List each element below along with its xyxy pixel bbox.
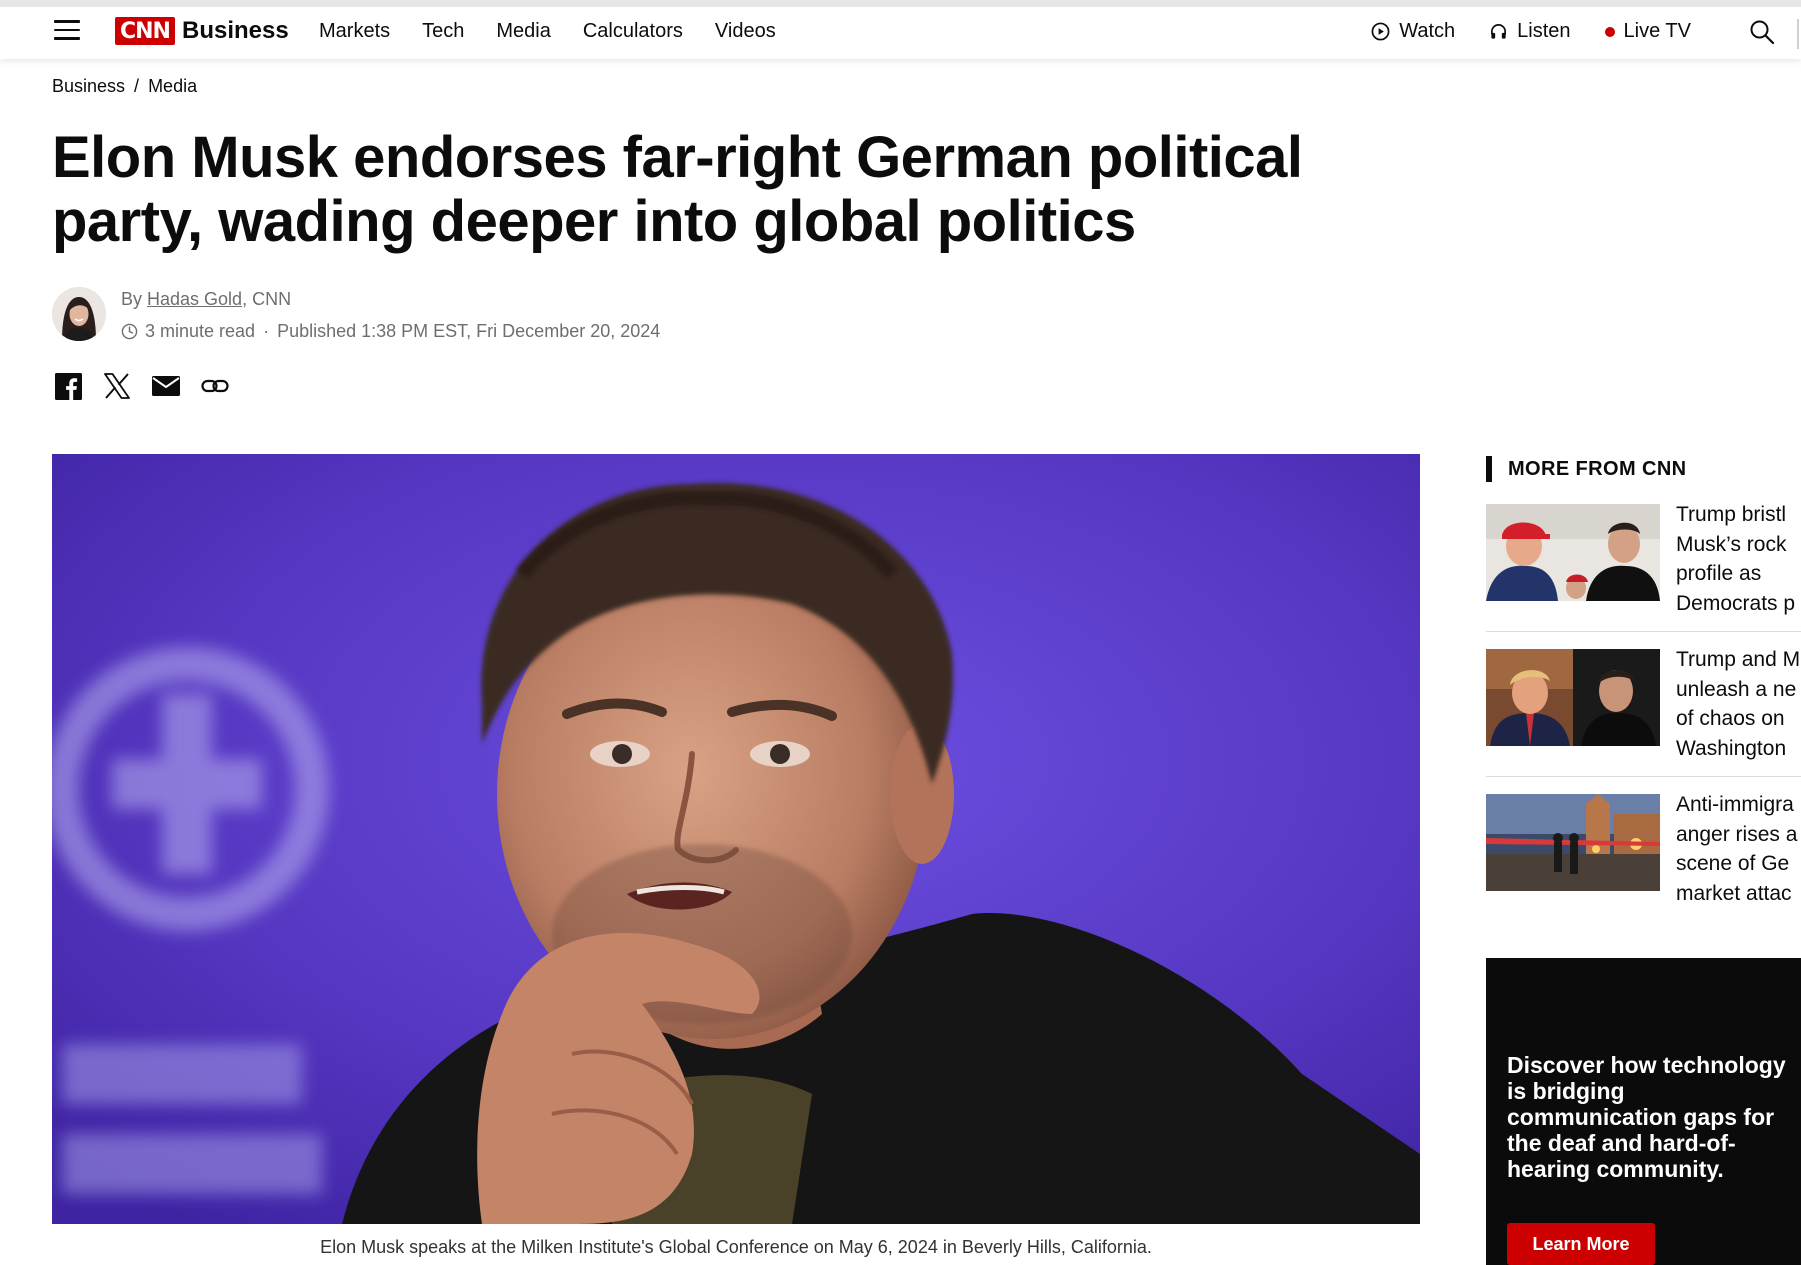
author-avatar[interactable] (52, 287, 106, 341)
nav-link-videos[interactable]: Videos (715, 20, 776, 43)
story-thumbnail (1486, 504, 1660, 601)
story-title-line: of chaos on (1676, 707, 1785, 730)
breadcrumb: Business / Media (52, 76, 197, 97)
share-bar (54, 372, 229, 400)
story-divider (1486, 631, 1801, 632)
story-title-line: scene of Ge (1676, 852, 1790, 875)
top-navigation: CNN Business Markets Tech Media Calculat… (0, 0, 1801, 59)
story-title-line: market attac (1676, 881, 1792, 905)
search-icon[interactable] (1749, 19, 1775, 50)
story-title-line: anger rises a (1676, 822, 1798, 846)
email-share-icon[interactable] (152, 372, 180, 400)
byline: By Hadas Gold, CNN (121, 289, 291, 310)
nav-divider (1797, 19, 1799, 49)
watch-button[interactable]: Watch (1371, 20, 1455, 43)
cnn-logo: CNN (115, 17, 175, 45)
byline-prefix: By (121, 289, 148, 309)
nav-link-calculators[interactable]: Calculators (583, 20, 683, 43)
sidebar-story-2[interactable]: Trump and M unleash a ne of chaos on Was… (1486, 648, 1801, 781)
play-circle-icon (1371, 22, 1390, 41)
byline-outlet: , CNN (242, 289, 292, 309)
story-title-line: Washington (1676, 736, 1787, 760)
nav-link-media[interactable]: Media (496, 20, 550, 43)
live-tv-label: Live TV (1623, 20, 1691, 42)
sidebar-story-1[interactable]: Trump bristl Musk’s rock profile as Demo… (1486, 503, 1801, 636)
headphones-icon (1491, 24, 1507, 39)
story-title-line: Trump bristl (1676, 503, 1787, 526)
nav-links: Markets Tech Media Calculators Videos (319, 20, 776, 43)
story-thumbnail (1486, 649, 1660, 746)
breadcrumb-media[interactable]: Media (148, 76, 197, 96)
live-dot-icon (1604, 26, 1615, 37)
story-title-line: profile as (1676, 562, 1762, 585)
published-timestamp: Published 1:38 PM EST, Fri December 20, … (277, 321, 661, 341)
author-link[interactable]: Hadas Gold (147, 289, 242, 309)
story-title-line: Anti-immigra (1676, 793, 1794, 816)
nav-actions: Watch Listen Live TV (1371, 20, 1691, 43)
live-tv-button[interactable]: Live TV (1604, 20, 1691, 43)
x-share-icon[interactable] (103, 372, 131, 400)
listen-button[interactable]: Listen (1489, 20, 1571, 43)
hero-image[interactable] (52, 454, 1420, 1224)
watch-label: Watch (1399, 20, 1456, 42)
section-name: Business (181, 17, 289, 44)
story-title: Trump and M unleash a ne of chaos on Was… (1676, 645, 1801, 763)
listen-label: Listen (1517, 20, 1571, 42)
meta-separator: · (263, 321, 270, 341)
nav-link-markets[interactable]: Markets (319, 20, 390, 43)
more-from-cnn-header: MORE FROM CNN (1486, 456, 1687, 482)
facebook-share-icon[interactable] (54, 372, 82, 400)
cnn-business-logo[interactable]: CNN Business (115, 17, 289, 45)
menu-icon[interactable] (54, 20, 80, 40)
story-thumbnail (1486, 794, 1660, 891)
article-headline: Elon Musk endorses far-right German poli… (52, 125, 1303, 254)
more-from-cnn-label: MORE FROM CNN (1508, 457, 1687, 480)
learn-more-button[interactable]: Learn More (1507, 1223, 1655, 1265)
story-title-line: Musk’s rock (1676, 532, 1787, 556)
nav-link-tech[interactable]: Tech (422, 20, 464, 43)
image-caption: Elon Musk speaks at the Milken Institute… (320, 1237, 1152, 1257)
story-title-line: unleash a ne (1676, 677, 1797, 701)
ad-text: Discover how technology is bridging comm… (1507, 1052, 1786, 1182)
sponsored-ad[interactable]: Discover how technology is bridging comm… (1486, 958, 1801, 1265)
sidebar-story-3[interactable]: Anti-immigra anger rises a scene of Ge m… (1486, 793, 1801, 926)
read-time: 3 minute read (145, 321, 256, 341)
article-meta: 3 minute read · Published 1:38 PM EST, F… (121, 321, 660, 342)
clock-icon (121, 323, 138, 340)
breadcrumb-separator: / (134, 76, 140, 96)
section-marker (1486, 456, 1492, 482)
story-title-line: Trump and M (1676, 648, 1801, 671)
copy-link-icon[interactable] (201, 372, 229, 400)
story-title-line: Democrats p (1676, 591, 1796, 615)
story-divider (1486, 776, 1801, 777)
story-title: Trump bristl Musk’s rock profile as Demo… (1676, 500, 1801, 618)
breadcrumb-business[interactable]: Business (52, 76, 125, 96)
story-title: Anti-immigra anger rises a scene of Ge m… (1676, 790, 1801, 908)
